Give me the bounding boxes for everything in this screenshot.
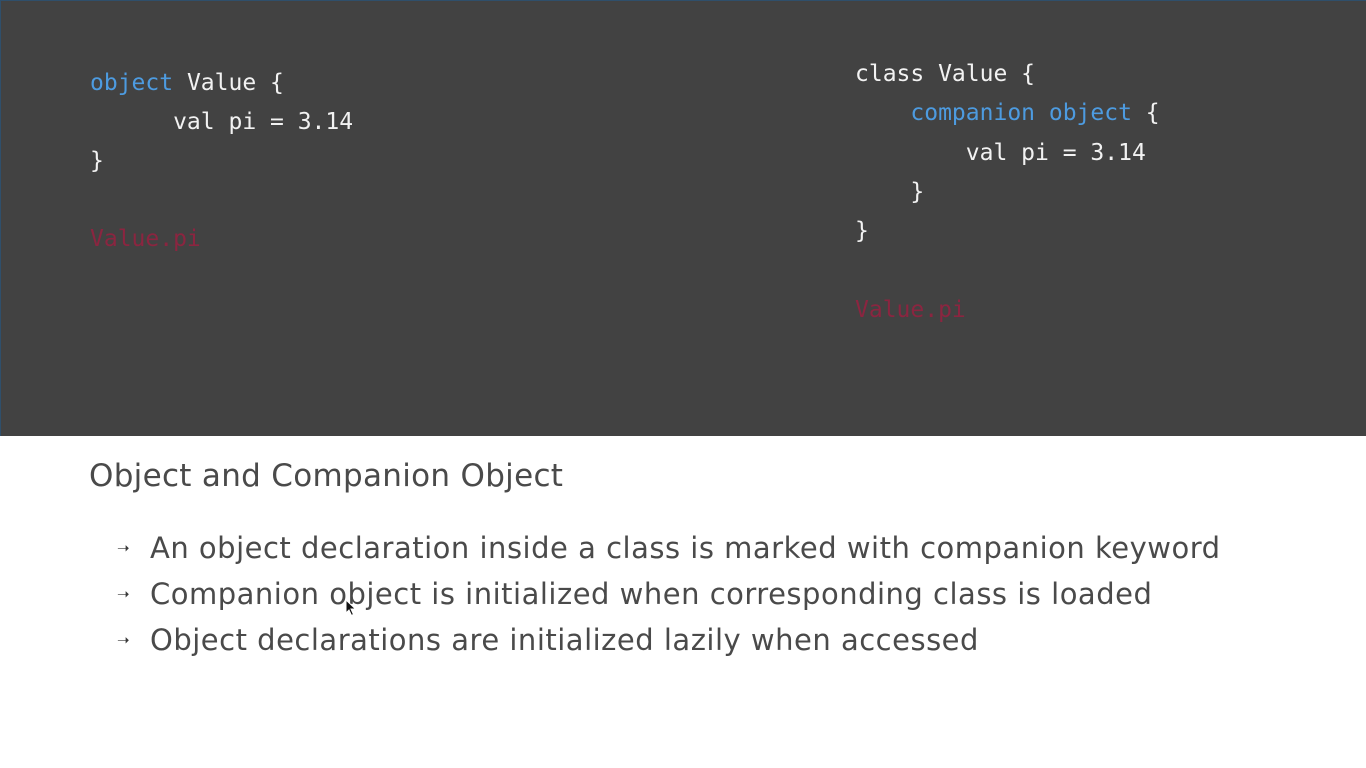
code-line: val pi = 3.14 [90, 103, 353, 142]
bullet-text: An object declaration inside a class is … [150, 531, 1221, 565]
code-line: Value.pi [855, 291, 1160, 330]
bullet-text: Companion object is initialized when cor… [150, 577, 1153, 611]
bullet-item: ➝ An object declaration inside a class i… [117, 525, 1221, 571]
code-text: val pi = 3.14 [855, 139, 1146, 166]
bullet-item: ➝ Object declarations are initialized la… [117, 617, 1221, 663]
code-line: val pi = 3.14 [855, 134, 1160, 173]
code-text: class Value { [855, 61, 1036, 87]
code-text: Value { [173, 70, 284, 96]
bullet-text: Object declarations are initialized lazi… [150, 623, 979, 657]
code-keyword: object [90, 70, 174, 96]
arrow-right-icon: ➝ [117, 631, 130, 649]
arrow-right-icon: ➝ [117, 539, 130, 557]
arrow-right-icon: ➝ [117, 585, 130, 603]
code-block-object: object Value { val pi = 3.14} Value.pi [90, 64, 353, 259]
code-block-companion: class Value { companion object { val pi … [855, 55, 1160, 330]
code-text: } [855, 178, 925, 205]
bullet-item: ➝ Companion object is initialized when c… [117, 571, 1221, 617]
bullet-list: ➝ An object declaration inside a class i… [117, 525, 1221, 663]
code-panel: object Value { val pi = 3.14} Value.pi cl… [0, 0, 1366, 436]
code-text: val pi = 3.14 [90, 109, 354, 135]
code-line: class Value { [855, 55, 1160, 94]
code-line: } [855, 173, 1160, 212]
code-line: Value.pi [90, 220, 353, 259]
code-reference: Value.pi [855, 296, 966, 323]
code-keyword: companion object [910, 100, 1132, 127]
code-text: } [855, 218, 869, 245]
code-line: } [855, 212, 1160, 251]
code-line: object Value { [90, 64, 353, 103]
slide-title: Object and Companion Object [89, 458, 564, 494]
mouse-pointer-icon [345, 599, 357, 617]
code-text: { [1131, 100, 1160, 127]
code-line: } [90, 142, 353, 181]
code-text: } [90, 148, 104, 174]
code-reference: Value.pi [90, 226, 201, 252]
slide: object Value { val pi = 3.14} Value.pi cl… [0, 0, 1366, 768]
code-line: companion object { [855, 94, 1160, 133]
